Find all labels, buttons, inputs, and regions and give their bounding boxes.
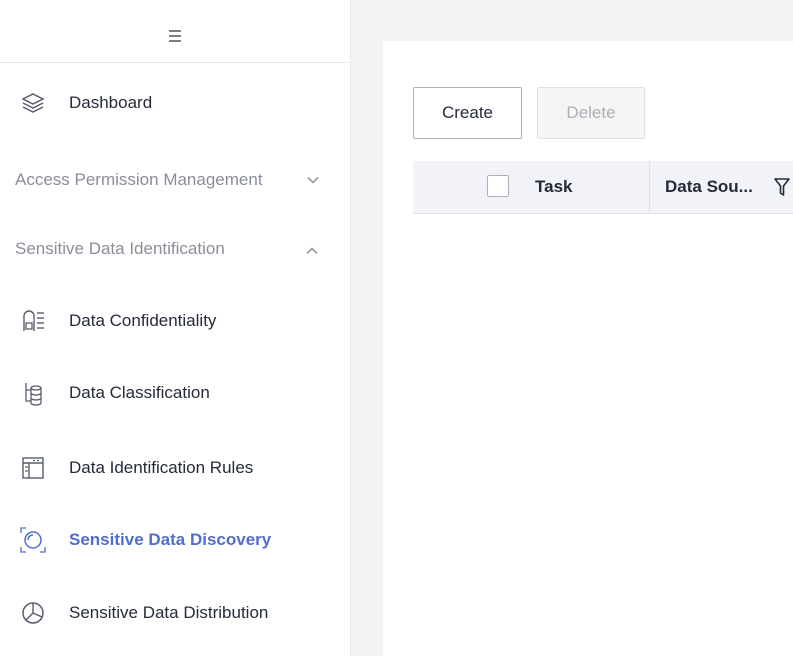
sidebar-item-data-identification-rules[interactable]: Data Identification Rules — [0, 448, 350, 488]
column-header-task[interactable]: Task — [535, 177, 573, 197]
table-header: Task Data Sou... — [413, 161, 793, 214]
layers-icon — [21, 93, 45, 113]
sidebar-item-sensitive-data-discovery[interactable]: Sensitive Data Discovery — [0, 520, 350, 560]
column-divider — [649, 161, 650, 213]
sidebar-group-access-permission[interactable]: Access Permission Management — [0, 160, 350, 200]
filter-icon[interactable] — [773, 177, 791, 197]
delete-button[interactable]: Delete — [537, 87, 645, 139]
sidebar-item-label: Data Classification — [69, 383, 210, 402]
sidebar-item-data-classification[interactable]: Data Classification — [0, 373, 350, 413]
sidebar-item-sensitive-data-distribution[interactable]: Sensitive Data Distribution — [0, 593, 350, 633]
rules-table-icon — [22, 457, 44, 479]
sidebar-item-label: Sensitive Data Distribution — [69, 603, 269, 622]
sidebar-group-sensitive-data-identification[interactable]: Sensitive Data Identification — [0, 229, 350, 269]
menu-toggle-button[interactable] — [0, 10, 350, 63]
content-panel: Create Delete Task Data Sou... — [383, 41, 793, 656]
sidebar: Dashboard Access Permission Management S… — [0, 0, 351, 656]
pie-chart-icon — [22, 602, 44, 624]
select-all-checkbox[interactable] — [487, 175, 509, 197]
sidebar-group-label: Sensitive Data Identification — [15, 239, 225, 258]
sidebar-item-label: Data Confidentiality — [69, 311, 217, 330]
column-header-data-source[interactable]: Data Sou... — [665, 177, 753, 197]
document-list-icon — [23, 310, 44, 331]
sidebar-item-label: Data Identification Rules — [69, 458, 254, 477]
sidebar-group-label: Access Permission Management — [15, 170, 263, 189]
sidebar-item-dashboard[interactable]: Dashboard — [0, 83, 350, 123]
create-button[interactable]: Create — [413, 87, 522, 139]
scan-eye-icon — [20, 527, 46, 553]
chevron-up-icon — [306, 247, 318, 255]
sidebar-item-label: Sensitive Data Discovery — [69, 530, 272, 549]
database-stack-icon — [25, 383, 42, 406]
chevron-down-icon — [307, 176, 319, 184]
sidebar-item-label: Dashboard — [69, 93, 153, 112]
menu-lines-icon — [169, 30, 181, 42]
main-top-strip — [351, 10, 793, 40]
sidebar-item-data-confidentiality[interactable]: Data Confidentiality — [0, 301, 350, 341]
